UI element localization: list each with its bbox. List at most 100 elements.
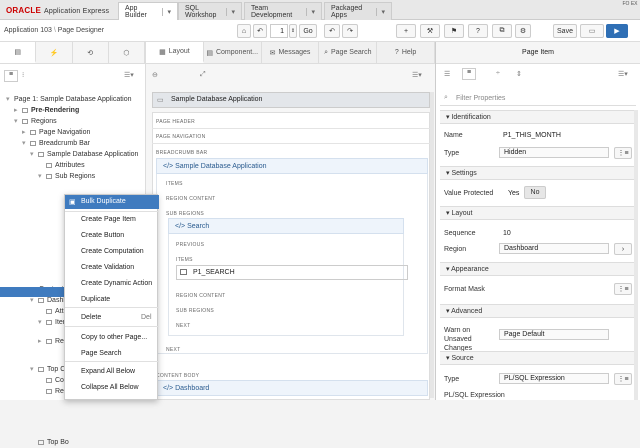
shared-components-icon[interactable]: ⧉ <box>492 24 512 38</box>
settings-icon[interactable]: ⚙ <box>515 24 531 38</box>
grouped-view-icon[interactable]: ≡ <box>462 68 476 80</box>
menu-icon[interactable]: ☰▾ <box>618 70 628 78</box>
menu-icon[interactable]: ☰▾ <box>124 71 134 79</box>
value-protected-no[interactable]: No <box>524 186 546 199</box>
sequence-field[interactable]: 10 <box>503 230 511 237</box>
context-menu-item[interactable]: Create Validation <box>65 261 159 275</box>
create-add-button[interactable]: + <box>396 24 416 38</box>
region-select[interactable]: Dashboard <box>499 243 609 254</box>
chevron-down-icon[interactable]: ▾ <box>376 7 385 16</box>
warn-unsaved-select[interactable]: Page Default <box>499 329 609 340</box>
redo-button[interactable]: ↷ <box>342 24 358 38</box>
help-icon[interactable]: ? <box>468 24 488 38</box>
lock-icon[interactable]: ⌂ <box>237 24 251 38</box>
section-settings[interactable]: ▾ Settings <box>440 166 634 180</box>
run-page-button[interactable]: ▶ <box>606 24 628 38</box>
section-layout[interactable]: ▾ Layout <box>440 206 634 220</box>
team-dev-icon[interactable]: ⚑ <box>444 24 464 38</box>
menu-icon[interactable]: ☰▾ <box>412 71 422 79</box>
tree-node[interactable]: Top Bo <box>30 437 69 448</box>
save-and-run-label[interactable]: ▭ <box>580 24 604 38</box>
page-header-bar[interactable]: Sample Database Application <box>152 92 430 108</box>
tree-toggle-icon[interactable]: ▸ <box>14 105 22 116</box>
tab-packaged-apps[interactable]: Packaged Apps ▾ <box>324 2 392 20</box>
grid-view-toggle[interactable]: ⁝ <box>22 71 24 79</box>
save-button[interactable]: Save <box>553 24 577 38</box>
list-picker-icon[interactable]: ⋮≡ <box>614 147 632 159</box>
tree-toggle-icon[interactable]: ▾ <box>22 138 30 149</box>
shared-components-tab[interactable]: ⬡ <box>109 42 145 63</box>
tree-node[interactable]: ▾ Regions <box>14 116 57 127</box>
scrollbar[interactable] <box>430 92 434 398</box>
dynamic-actions-tab[interactable]: ⚡ <box>36 42 73 63</box>
list-picker-icon[interactable]: ⋮≡ <box>614 283 632 295</box>
tree-toggle-icon[interactable]: ▾ <box>6 94 14 105</box>
tab-layout[interactable]: ▦ Layout <box>146 42 204 63</box>
context-menu-item[interactable]: Copy to other Page... <box>65 331 159 345</box>
section-appearance[interactable]: ▾ Appearance <box>440 262 634 276</box>
chevron-down-icon[interactable]: ▾ <box>226 7 235 16</box>
tab-messages[interactable]: ✉ Messages <box>262 42 320 63</box>
tab-help[interactable]: ? Help <box>377 42 435 63</box>
processing-tab[interactable]: ⟲ <box>73 42 109 63</box>
context-menu-item[interactable]: Create Page Item <box>65 213 159 227</box>
tab-app-builder[interactable]: App Builder ▾ <box>118 2 178 20</box>
tree-toggle-icon[interactable]: ▾ <box>30 364 38 375</box>
page-number-input[interactable]: 1 <box>270 24 288 38</box>
list-view-icon[interactable]: ☰ <box>444 70 450 78</box>
value-protected-yes[interactable]: Yes <box>508 190 519 197</box>
search-region-header[interactable]: </> Search <box>168 218 404 234</box>
item-p1-search[interactable]: P1_SEARCH <box>176 265 408 280</box>
utilities-wrench-icon[interactable]: ⚒ <box>420 24 440 38</box>
list-picker-icon[interactable]: ⋮≡ <box>614 373 632 385</box>
tab-page-search[interactable]: ⌕ Page Search <box>319 42 378 63</box>
tree-node[interactable]: ▸ Page Navigation <box>22 127 90 138</box>
section-source[interactable]: ▾ Source <box>440 351 634 365</box>
context-menu-item[interactable]: Expand All Below <box>65 365 159 379</box>
rendering-tab[interactable]: ▤ <box>0 42 37 63</box>
context-menu-item[interactable]: Create Button <box>65 229 159 243</box>
chevron-down-icon[interactable]: ▾ <box>306 7 315 16</box>
context-menu-item[interactable]: Create Computation <box>65 245 159 259</box>
zoom-out-icon[interactable]: ⊖ <box>152 71 158 79</box>
page-stepper[interactable]: ⇕ <box>289 24 297 38</box>
region-header[interactable]: </> Sample Database Application <box>156 158 428 174</box>
expand-icon[interactable]: ⤢ <box>200 71 206 79</box>
context-menu-item[interactable]: Collapse All Below <box>65 381 159 395</box>
expand-all-icon[interactable]: ⇕ <box>516 70 522 78</box>
context-menu-item[interactable]: Bulk Duplicate <box>65 195 159 209</box>
tree-node[interactable]: ▾ Sub Regions <box>38 171 95 182</box>
context-menu-item[interactable]: Create Dynamic Action <box>65 277 159 291</box>
context-menu-item[interactable]: Page Search <box>65 347 159 361</box>
tree-toggle-icon[interactable]: ▾ <box>14 116 22 127</box>
section-identification[interactable]: ▾ Identification <box>440 110 634 124</box>
tree-toggle-icon[interactable]: ▾ <box>38 317 46 328</box>
section-advanced[interactable]: ▾ Advanced <box>440 304 634 318</box>
tree-toggle-icon[interactable]: ▸ <box>38 336 46 347</box>
tree-node[interactable]: ▸ Pre-Rendering <box>14 105 79 116</box>
name-field[interactable]: P1_THIS_MONTH <box>503 132 561 139</box>
dashboard-region-header[interactable]: </> Dashboard <box>156 380 428 396</box>
tree-toggle-icon[interactable]: ▾ <box>38 171 46 182</box>
chevron-down-icon[interactable]: ▾ <box>162 7 171 16</box>
context-menu-item[interactable]: Duplicate <box>65 293 159 307</box>
selected-tree-item[interactable] <box>0 287 66 297</box>
go-button[interactable]: Go <box>299 24 317 38</box>
tree-toggle-icon[interactable]: ▸ <box>22 127 30 138</box>
user-badge[interactable]: FO EX <box>622 2 638 18</box>
source-type-select[interactable]: PL/SQL Expression <box>499 373 609 384</box>
tree-view-toggle[interactable]: ≡ <box>4 70 18 82</box>
type-select[interactable]: Hidden <box>499 147 609 158</box>
collapse-all-icon[interactable]: ÷ <box>496 70 500 77</box>
tab-component-view[interactable]: ▤ Component... <box>204 42 262 63</box>
filter-box[interactable]: ⌕ Filter Properties <box>440 92 636 106</box>
undo-button[interactable]: ↶ <box>324 24 340 38</box>
tree-node[interactable]: ▾ Sample Database Application <box>30 149 138 160</box>
scrollbar[interactable] <box>634 110 638 400</box>
application-link[interactable]: Application 103 <box>4 27 52 34</box>
filter-properties-input[interactable]: Filter Properties <box>456 95 505 102</box>
tree-toggle-icon[interactable]: ▾ <box>30 149 38 160</box>
tree-node[interactable]: ▾ Page 1: Sample Database Application <box>6 94 132 105</box>
undo-icon[interactable]: ↶ <box>253 24 267 38</box>
oracle-logo[interactable]: ORACLE Application Express <box>6 6 109 15</box>
